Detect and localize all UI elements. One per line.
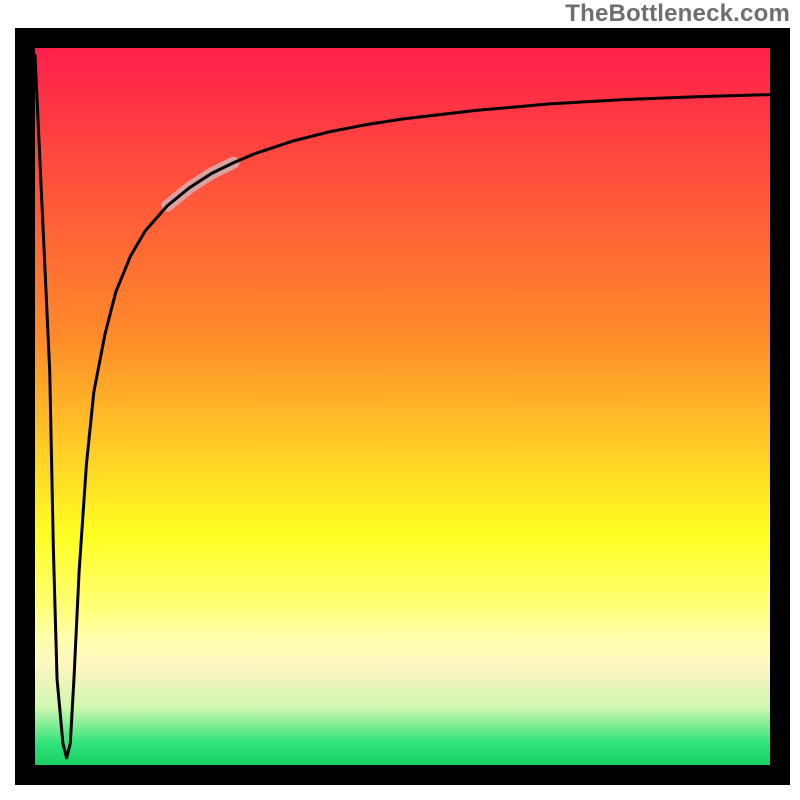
plot-background [35, 48, 770, 765]
bottleneck-chart [0, 0, 800, 800]
chart-container: TheBottleneck.com [0, 0, 800, 800]
watermark-text: TheBottleneck.com [565, 0, 790, 28]
